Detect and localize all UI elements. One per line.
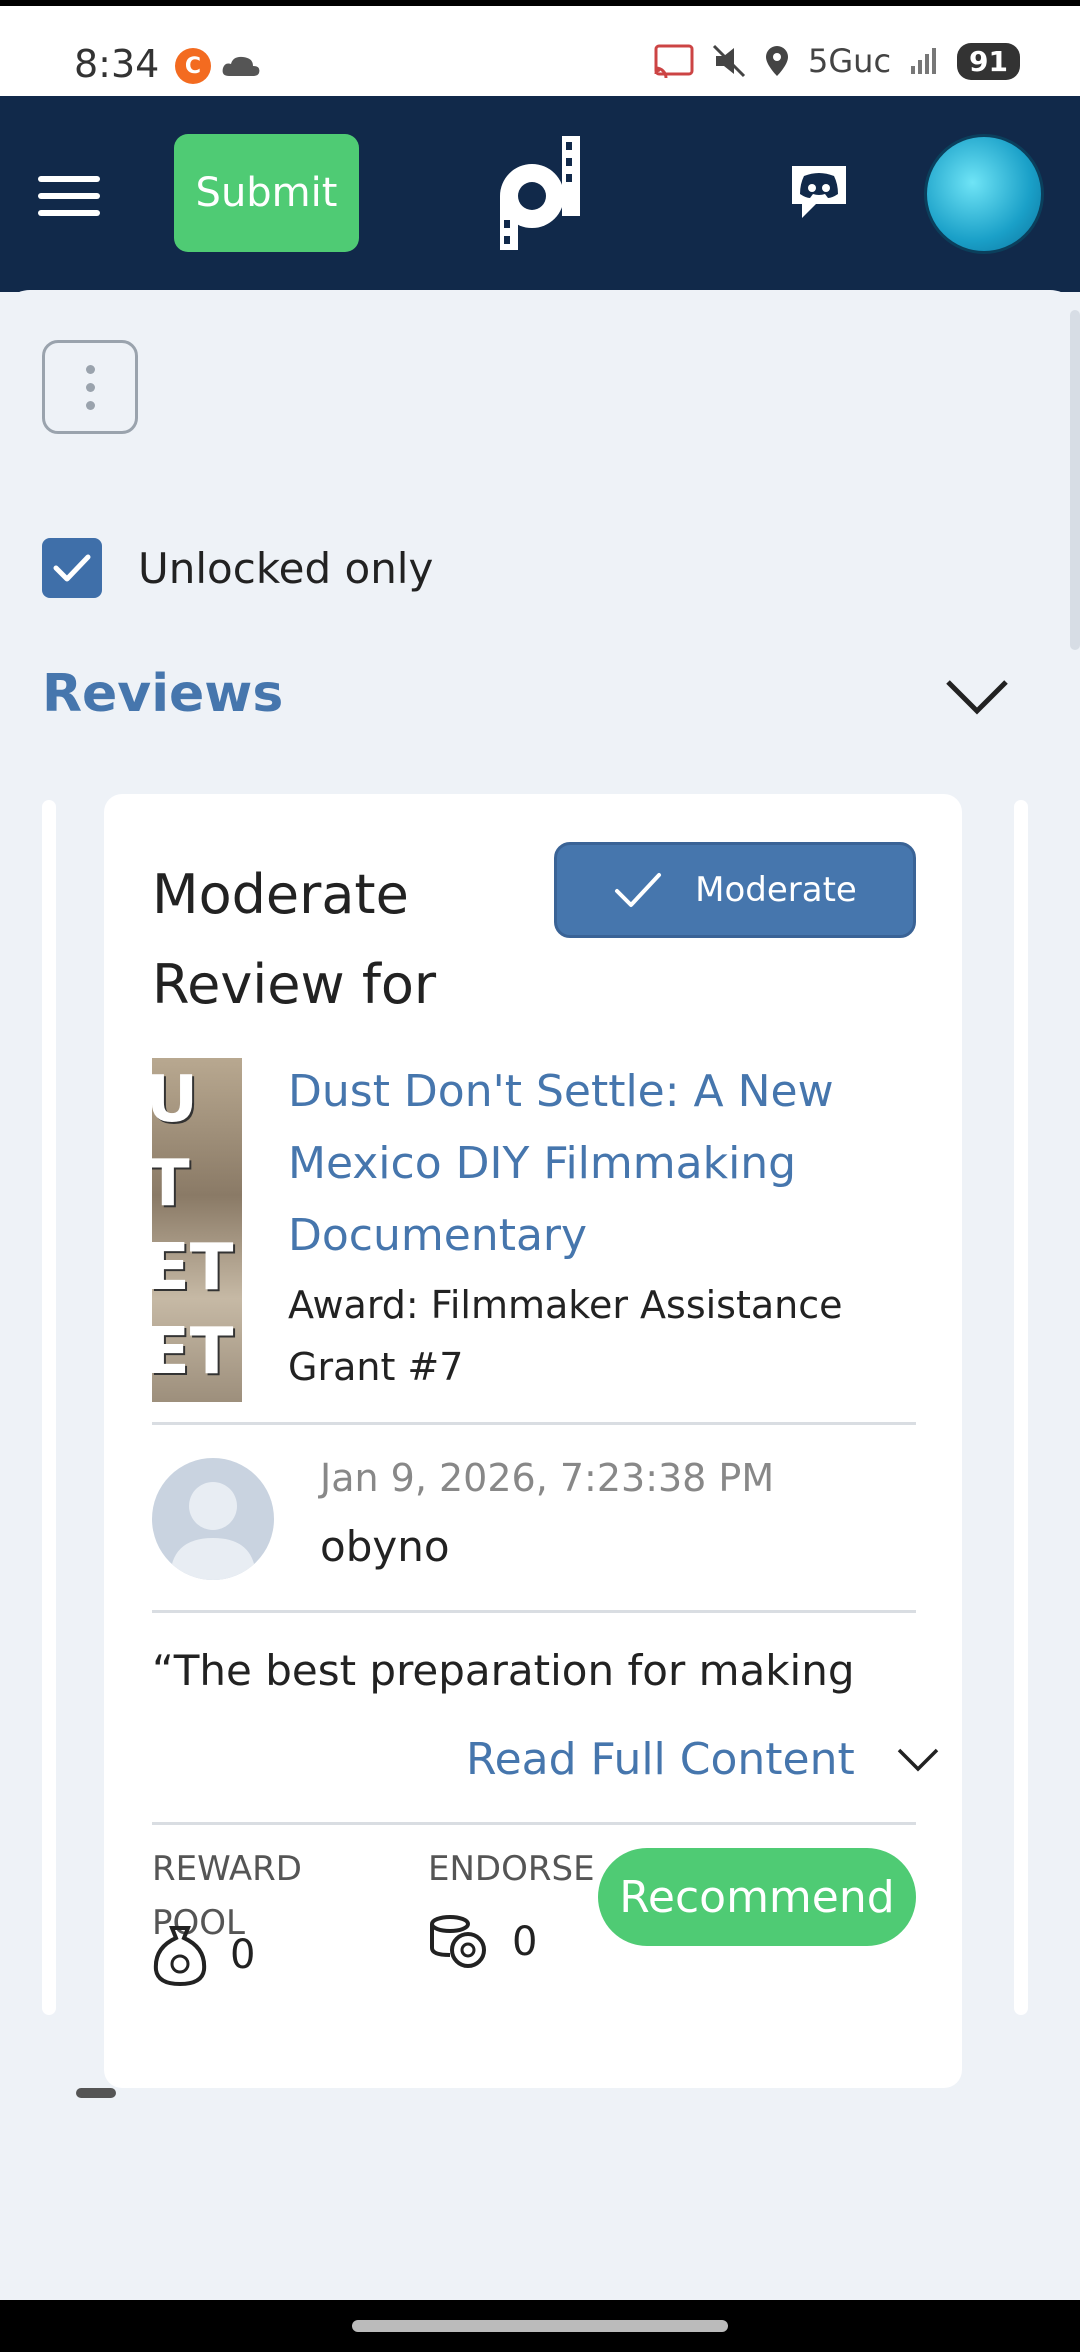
money-bag-icon [153,1926,207,1986]
status-right-icons: 5Guc 91 [654,42,1020,80]
read-full-content-link[interactable]: Read Full Content [466,1734,941,1785]
recommend-button[interactable]: Recommend [598,1848,916,1946]
chevron-down-icon [897,1748,939,1771]
scrollbar[interactable] [1070,310,1080,650]
system-nav-bar [0,2300,1080,2352]
reward-pool-stat: 0 [152,1924,255,1986]
network-type: 5Guc [808,42,892,80]
divider [152,1822,916,1825]
section-title[interactable]: Reviews [42,664,283,724]
location-icon [766,46,788,76]
logo-icon[interactable] [492,134,584,252]
home-gesture-handle[interactable] [352,2320,728,2332]
reward-pool-value: 0 [230,1932,256,1978]
next-card-edge [1014,800,1028,2015]
status-left-icons: C [175,48,261,84]
signal-icon [911,48,937,74]
more-options-button[interactable] [42,340,138,434]
endorse-value: 0 [512,1919,538,1965]
dot-icon [85,364,95,374]
film-poster[interactable]: U T ET ET [152,1058,242,1402]
horizontal-scroll-indicator [76,2088,116,2098]
divider [152,1610,916,1613]
endorse-label: ENDORSE [428,1849,595,1889]
dot-icon [85,382,95,392]
review-card: Moderate Review for Moderate U T ET ET Dust… [104,794,962,2088]
review-timestamp: Jan 9, 2026, 7:23:38 PM [320,1456,775,1500]
moderate-label: Moderate [695,870,857,910]
card-title: Moderate Review for [152,863,437,1016]
menu-icon[interactable] [38,176,100,216]
unlocked-only-label: Unlocked only [138,543,434,593]
coins-icon [430,1915,486,1968]
check-icon [53,554,91,582]
moderate-button[interactable]: Moderate [554,842,916,938]
status-bar: 8:34 C 5Guc 91 [0,0,1080,96]
read-full-label: Read Full Content [466,1734,855,1785]
cast-icon [654,44,694,78]
previous-card-edge [42,800,56,2015]
endorse-stat: 0 [428,1914,537,1970]
user-placeholder-icon [170,1482,256,1580]
battery-icon: 91 [957,42,1020,80]
cloud-icon [222,56,260,76]
award-text: Award: Filmmaker Assistance Grant #7 [288,1283,843,1389]
user-avatar[interactable] [152,1458,274,1580]
unlocked-only-filter[interactable]: Unlocked only [42,538,433,598]
discord-icon[interactable] [788,162,850,220]
review-excerpt: “The best preparation for making [152,1646,855,1695]
unlocked-only-checkbox[interactable] [42,538,102,598]
status-time: 8:34 [74,42,160,86]
film-title-link[interactable]: Dust Don't Settle: A New Mexico DIY Film… [288,1056,888,1272]
submit-button[interactable]: Submit [174,134,359,252]
reviewer-username[interactable]: obyno [320,1522,450,1571]
mute-icon [712,44,746,78]
avatar[interactable] [924,134,1044,254]
chevron-down-icon[interactable] [942,676,1012,718]
app-header: Submit [0,96,1080,292]
check-icon [615,873,662,907]
dot-icon [85,400,95,410]
divider [152,1422,916,1425]
app-notification-icon: C [175,48,211,84]
